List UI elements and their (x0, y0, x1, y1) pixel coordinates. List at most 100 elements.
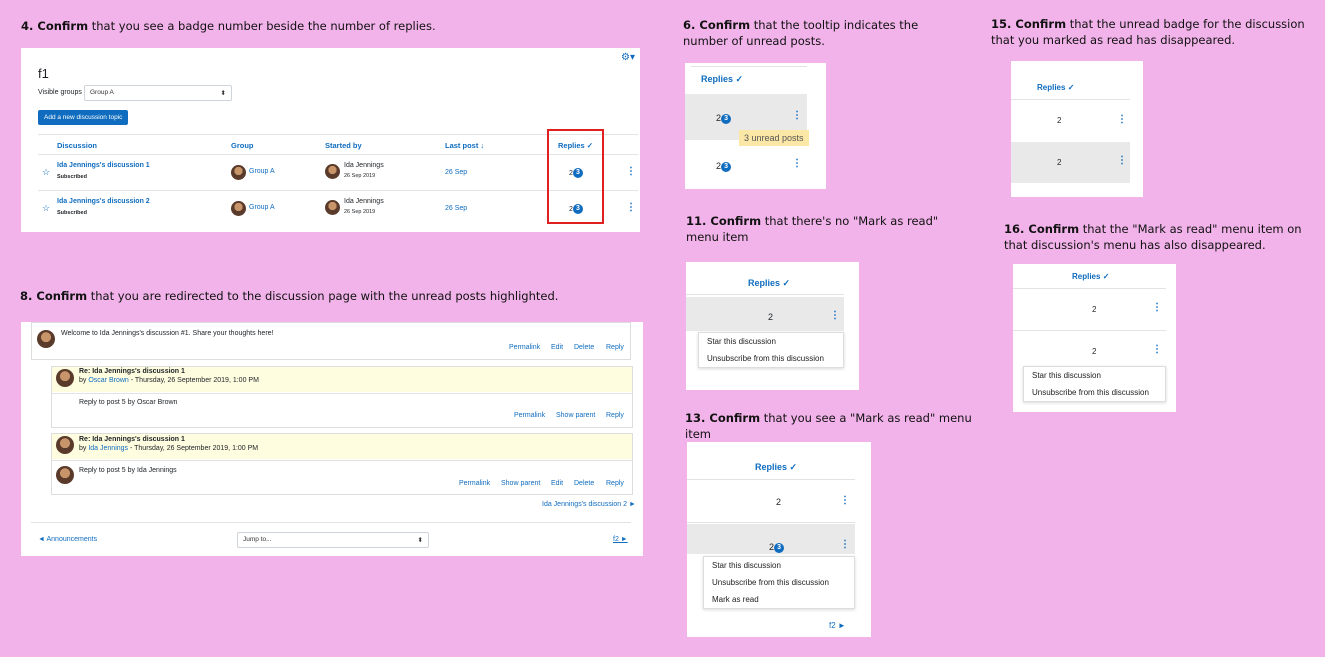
last-post-link[interactable]: 26 Sep (445, 169, 467, 176)
reply-count[interactable]: 23 (716, 161, 732, 172)
delete-link[interactable]: Delete (574, 480, 594, 487)
mark-as-read-item[interactable]: Mark as read (704, 591, 854, 608)
avatar (325, 164, 340, 179)
post-meta: by Ida Jennings - Thursday, 26 September… (79, 445, 259, 452)
author-name: Ida Jennings (344, 198, 384, 205)
edit-link[interactable]: Edit (551, 344, 563, 351)
star-discussion-item[interactable]: Star this discussion (1024, 367, 1165, 384)
discussion-menu: Star this discussion Unsubscribe from th… (703, 556, 855, 609)
reply-count[interactable]: 2 (1092, 305, 1096, 314)
actions-menu-icon[interactable]: ⋮ (1152, 344, 1162, 355)
reply-count[interactable]: 2 (768, 312, 773, 322)
header-replies[interactable]: Replies ✓ (701, 74, 743, 85)
author-link[interactable]: Oscar Brown (88, 377, 128, 384)
author-name: Ida Jennings (344, 162, 384, 169)
header-last-post[interactable]: Last post ↓ (445, 141, 484, 150)
permalink-link[interactable]: Permalink (459, 480, 490, 487)
actions-menu-icon[interactable]: ⋮ (626, 202, 636, 213)
delete-link[interactable]: Delete (574, 344, 594, 351)
post-body: Reply to post 5 by Ida Jennings (79, 467, 177, 474)
header-replies[interactable]: Replies ✓ (755, 462, 797, 473)
actions-menu-icon[interactable]: ⋮ (792, 158, 802, 169)
star-icon[interactable]: ☆ (42, 167, 50, 178)
actions-menu-icon[interactable]: ⋮ (840, 495, 850, 506)
reply-count[interactable]: 2 (776, 497, 781, 507)
author-link[interactable]: Ida Jennings (88, 445, 128, 452)
permalink-link[interactable]: Permalink (509, 344, 540, 351)
add-discussion-button[interactable]: Add a new discussion topic (38, 110, 129, 125)
next-discussion-link[interactable]: Ida Jennings's discussion 2 ► (542, 501, 636, 508)
caption-step-13: 13. Confirm that you see a "Mark as read… (685, 411, 972, 441)
avatar (56, 466, 74, 484)
reply-link[interactable]: Reply (606, 344, 624, 351)
actions-menu-icon[interactable]: ⋮ (830, 310, 840, 321)
discussion-menu: Star this discussion Unsubscribe from th… (698, 332, 844, 368)
unread-badge: 3 (721, 113, 732, 124)
badge-removed-panel: Replies ✓ 2 ⋮ 2 ⋮ (1011, 61, 1143, 197)
show-parent-link[interactable]: Show parent (556, 412, 595, 419)
visible-groups-label: Visible groups (38, 89, 82, 96)
caption-step-15: 15. Confirm that the unread badge for th… (991, 17, 1305, 47)
subscribed-label: Subscribed (57, 174, 87, 180)
tooltip-panel: Replies ✓ 23 ⋮ 3 unread posts 23 ⋮ (685, 63, 826, 189)
discussion-link[interactable]: Ida Jennings's discussion 1 (57, 162, 150, 169)
next-activity-link[interactable]: f2 ► (829, 621, 846, 630)
forum-title: f1 (38, 66, 49, 81)
header-discussion[interactable]: Discussion (57, 141, 97, 150)
subscribed-label: Subscribed (57, 210, 87, 216)
unread-badge: 3 (774, 542, 785, 553)
unread-tooltip: 3 unread posts (739, 130, 809, 146)
header-group[interactable]: Group (231, 141, 254, 150)
actions-menu-icon[interactable]: ⋮ (792, 110, 802, 121)
gear-icon[interactable]: ⚙▾ (621, 52, 635, 63)
actions-menu-icon[interactable]: ⋮ (1117, 114, 1127, 125)
menu-panel-no-mark-read: Replies ✓ 2 ⋮ Star this discussion Unsub… (686, 262, 859, 390)
reply-count[interactable]: 23 (769, 542, 785, 553)
jump-to-select[interactable]: Jump to... ⬍ (237, 532, 429, 548)
next-activity-link[interactable]: f2 ► (613, 536, 628, 543)
reply-count[interactable]: 2 (1057, 116, 1061, 125)
caption-step-4: 4. Confirm that you see a badge number b… (21, 19, 436, 33)
group-link[interactable]: Group A (249, 204, 275, 211)
reply-link[interactable]: Reply (606, 480, 624, 487)
unread-badge: 3 (721, 161, 732, 172)
actions-menu-icon[interactable]: ⋮ (1152, 302, 1162, 313)
prev-activity-link[interactable]: ◄ Announcements (38, 536, 97, 543)
author-date: 26 Sep 2019 (344, 209, 376, 215)
avatar (231, 201, 246, 216)
star-discussion-item[interactable]: Star this discussion (699, 333, 843, 350)
actions-menu-icon[interactable]: ⋮ (626, 166, 636, 177)
header-started-by[interactable]: Started by (325, 141, 362, 150)
unsubscribe-item[interactable]: Unsubscribe from this discussion (699, 350, 843, 367)
avatar (325, 200, 340, 215)
show-parent-link[interactable]: Show parent (501, 480, 540, 487)
mark-read-removed-panel: Replies ✓ 2 ⋮ 2 ⋮ Star this discussion U… (1013, 264, 1176, 412)
avatar (37, 330, 55, 348)
last-post-link[interactable]: 26 Sep (445, 205, 467, 212)
unsubscribe-item[interactable]: Unsubscribe from this discussion (1024, 384, 1165, 401)
menu-panel-with-mark-read: Replies ✓ 2 ⋮ 23 ⋮ Star this discussion … (687, 442, 871, 637)
unsubscribe-item[interactable]: Unsubscribe from this discussion (704, 574, 854, 591)
edit-link[interactable]: Edit (551, 480, 563, 487)
actions-menu-icon[interactable]: ⋮ (1117, 155, 1127, 166)
post-title: Re: Ida Jennings's discussion 1 (79, 436, 185, 443)
avatar (56, 436, 74, 454)
reply-count[interactable]: 2 (1092, 347, 1096, 356)
reply-count[interactable]: 23 (716, 113, 732, 124)
discussion-panel: Welcome to Ida Jennings's discussion #1.… (21, 322, 643, 556)
reply-count[interactable]: 2 (1057, 158, 1061, 167)
reply-link[interactable]: Reply (606, 412, 624, 419)
group-select[interactable]: Group A ⬍ (84, 85, 232, 101)
caption-step-6: 6. Confirm that the tooltip indicates th… (683, 18, 919, 48)
header-replies[interactable]: Replies ✓ (1072, 272, 1109, 281)
highlight-box (547, 129, 604, 224)
header-replies[interactable]: Replies ✓ (748, 278, 790, 289)
group-link[interactable]: Group A (249, 168, 275, 175)
header-replies[interactable]: Replies ✓ (1037, 83, 1074, 92)
star-discussion-item[interactable]: Star this discussion (704, 557, 854, 574)
discussion-link[interactable]: Ida Jennings's discussion 2 (57, 198, 150, 205)
caption-step-8: 8. Confirm that you are redirected to th… (20, 289, 559, 303)
star-icon[interactable]: ☆ (42, 203, 50, 214)
permalink-link[interactable]: Permalink (514, 412, 545, 419)
actions-menu-icon[interactable]: ⋮ (840, 539, 850, 550)
